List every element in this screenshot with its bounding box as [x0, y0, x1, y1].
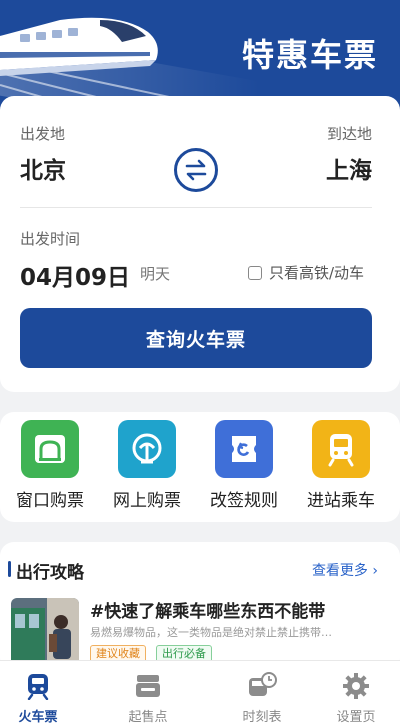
- service-online-purchase[interactable]: 网上购票: [101, 420, 193, 511]
- see-more-label: 查看更多: [311, 563, 368, 579]
- departure-date[interactable]: 04月09日: [20, 258, 130, 292]
- article-description: 易燃易爆物品，这一类物品是绝对禁止禁止携带…: [90, 626, 332, 639]
- from-label: 出发地: [20, 125, 66, 143]
- search-tickets-button[interactable]: 查询火车票: [20, 308, 372, 368]
- see-more-link[interactable]: 查看更多 ›: [312, 560, 378, 580]
- bullet-train-illustration: [0, 17, 158, 76]
- tab-timetable[interactable]: 时刻表: [212, 671, 312, 725]
- service-change-rules[interactable]: 改签规则: [198, 420, 290, 511]
- service-label: 网上购票: [113, 491, 181, 511]
- travel-guide-card: 出行攻略 查看更多 › #快速了解乘车哪些东西不能带 易燃易爆物品，这一类物品是…: [0, 542, 400, 672]
- gear-icon: [341, 671, 371, 701]
- services-card: 窗口购票 网上购票 改签规则 进站乘车: [0, 412, 400, 522]
- train-icon: [23, 671, 53, 701]
- tab-settings[interactable]: 设置页: [306, 671, 400, 725]
- railway-logo-icon: [118, 420, 176, 478]
- to-city[interactable]: 上海: [326, 151, 372, 185]
- service-label: 改签规则: [210, 491, 278, 511]
- from-city[interactable]: 北京: [20, 151, 66, 185]
- tab-sale-points[interactable]: 起售点: [98, 671, 198, 725]
- guide-title: 出行攻略: [16, 563, 84, 583]
- service-label: 进站乘车: [307, 491, 375, 511]
- date-hint: 明天: [140, 265, 171, 283]
- section-marker: [8, 561, 11, 577]
- tab-label: 起售点: [128, 710, 168, 725]
- tab-label: 时刻表: [242, 710, 282, 725]
- divider: [20, 207, 372, 208]
- article-title[interactable]: #快速了解乘车哪些东西不能带: [90, 597, 325, 622]
- tab-train-tickets[interactable]: 火车票: [0, 671, 88, 725]
- bottom-tab-bar: 火车票 起售点 时刻表 设置页: [0, 660, 400, 728]
- train-clock-icon: [247, 671, 277, 701]
- ticket-window-icon: [21, 420, 79, 478]
- service-label: 窗口购票: [16, 491, 84, 511]
- to-label: 到达地: [326, 125, 372, 143]
- ticket-stack-icon: [133, 671, 163, 701]
- swap-arrows-icon: [185, 159, 207, 181]
- exchange-ticket-icon: [215, 420, 273, 478]
- ticket-search-card: 出发地 到达地 北京 上海 出发时间 04月09日 明天 只看高铁/动车 查询火…: [0, 96, 400, 392]
- swap-cities-button[interactable]: [174, 148, 218, 192]
- high-speed-checkbox[interactable]: [248, 266, 262, 280]
- date-label: 出发时间: [20, 230, 81, 248]
- tab-label: 设置页: [336, 710, 376, 725]
- article-thumbnail[interactable]: [11, 598, 79, 666]
- train-front-icon: [312, 420, 370, 478]
- service-window-purchase[interactable]: 窗口购票: [4, 420, 96, 511]
- page-title: 特惠车票: [241, 36, 378, 74]
- chevron-right-icon: ›: [372, 563, 378, 579]
- high-speed-label[interactable]: 只看高铁/动车: [269, 262, 364, 283]
- tab-label: 火车票: [18, 710, 58, 725]
- service-board-train[interactable]: 进站乘车: [295, 420, 387, 511]
